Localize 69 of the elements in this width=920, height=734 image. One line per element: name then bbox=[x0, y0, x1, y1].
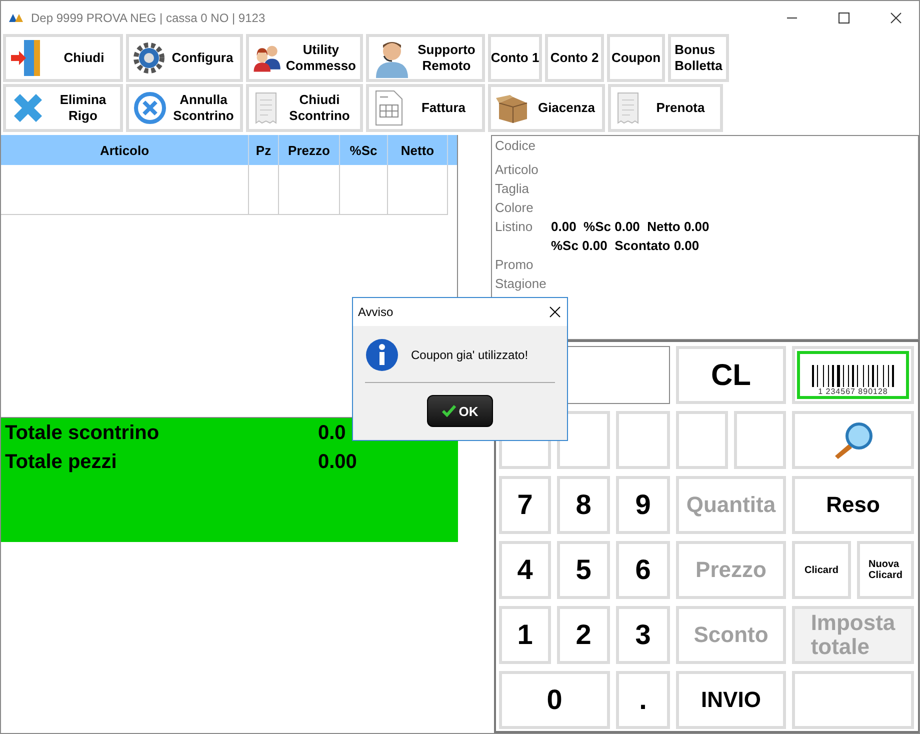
key-button[interactable]: Clicard bbox=[792, 541, 851, 599]
key-button[interactable]: Reso bbox=[792, 476, 914, 534]
total-label: Totale scontrino bbox=[5, 422, 160, 445]
toolbar-button[interactable]: Chiudi bbox=[3, 34, 123, 82]
toolbar-button[interactable]: Supporto Remoto bbox=[366, 34, 485, 82]
digit-key[interactable]: 7 bbox=[499, 476, 551, 534]
toolbar-button[interactable]: Configura bbox=[126, 34, 243, 82]
digit-key[interactable]: 6 bbox=[616, 541, 670, 599]
receipt-icon bbox=[615, 91, 641, 125]
digit-key[interactable]: 0 bbox=[499, 671, 610, 729]
cancel-icon bbox=[133, 91, 167, 125]
digit-key[interactable]: 3 bbox=[616, 606, 670, 664]
window-title: Dep 9999 PROVA NEG | cassa 0 NO | 9123 bbox=[31, 10, 266, 24]
key-button[interactable]: CL bbox=[676, 346, 786, 404]
info-value: %Sc 0.00 Scontato 0.00 bbox=[551, 238, 700, 253]
column-header[interactable]: %Sc bbox=[340, 135, 388, 165]
digit-key[interactable]: 2 bbox=[557, 606, 610, 664]
toolbar-button[interactable]: Conto 1 bbox=[488, 34, 542, 82]
info-label: Codice bbox=[495, 138, 536, 153]
toolbar-button[interactable]: Chiudi Scontrino bbox=[246, 84, 363, 132]
blank-key[interactable] bbox=[676, 411, 728, 469]
barcode-icon bbox=[812, 365, 894, 387]
search-button[interactable] bbox=[792, 411, 914, 469]
toolbar-button[interactable]: Utility Commesso bbox=[246, 34, 363, 82]
key-button[interactable]: INVIO bbox=[676, 671, 786, 729]
total-label: Totale pezzi bbox=[5, 451, 118, 474]
receipt-icon bbox=[253, 91, 279, 125]
column-header[interactable]: Articolo bbox=[1, 135, 249, 165]
digit-key[interactable]: . bbox=[616, 671, 670, 729]
digit-key[interactable]: 5 bbox=[557, 541, 610, 599]
dialog-message: Coupon gia' utilizzato! bbox=[411, 348, 528, 362]
close-icon[interactable] bbox=[549, 306, 561, 318]
ok-button[interactable]: OK bbox=[427, 395, 493, 427]
toolbar-button[interactable]: Fattura bbox=[366, 84, 485, 132]
blank-key[interactable] bbox=[734, 411, 786, 469]
key-button[interactable]: Nuova Clicard bbox=[857, 541, 914, 599]
toolbar-button[interactable]: Annulla Scontrino bbox=[126, 84, 243, 132]
check-icon bbox=[442, 405, 456, 417]
digit-key[interactable]: 9 bbox=[616, 476, 670, 534]
info-icon bbox=[365, 338, 399, 372]
total-value: 0.00 bbox=[318, 451, 358, 474]
invoice-icon bbox=[373, 89, 405, 127]
total-value: 0.0 bbox=[318, 422, 347, 445]
blank-key[interactable] bbox=[792, 671, 914, 729]
info-label: Articolo bbox=[495, 162, 540, 177]
logo-icon bbox=[9, 14, 25, 22]
info-label: Stagione bbox=[495, 276, 548, 291]
dialog-title: Avviso bbox=[358, 305, 394, 319]
barcode-button[interactable]: 1 234567 890128 bbox=[792, 346, 914, 404]
digit-key[interactable]: 4 bbox=[499, 541, 551, 599]
blank-key[interactable] bbox=[616, 411, 670, 469]
toolbar-button[interactable]: Conto 2 bbox=[545, 34, 604, 82]
toolbar-button[interactable]: Giacenza bbox=[488, 84, 605, 132]
column-header[interactable]: Pz bbox=[249, 135, 279, 165]
info-label: Colore bbox=[495, 200, 534, 215]
toolbar-button[interactable]: Bonus Bolletta bbox=[668, 34, 729, 82]
toolbar-button[interactable]: Elimina Rigo bbox=[3, 84, 123, 132]
digit-key[interactable]: 1 bbox=[499, 606, 551, 664]
toolbar-button[interactable]: Prenota bbox=[608, 84, 723, 132]
gear-icon bbox=[133, 42, 165, 74]
column-header[interactable]: Netto bbox=[388, 135, 448, 165]
info-label: Promo bbox=[495, 257, 534, 272]
info-value: 0.00 %Sc 0.00 Netto 0.00 bbox=[551, 219, 710, 234]
info-label: Taglia bbox=[495, 181, 530, 196]
barcode-number: 1 234567 890128 bbox=[818, 387, 888, 396]
column-header[interactable]: Prezzo bbox=[279, 135, 340, 165]
info-label: Listino bbox=[495, 219, 534, 234]
digit-key[interactable]: 8 bbox=[557, 476, 610, 534]
toolbar-button[interactable]: Coupon bbox=[607, 34, 665, 82]
